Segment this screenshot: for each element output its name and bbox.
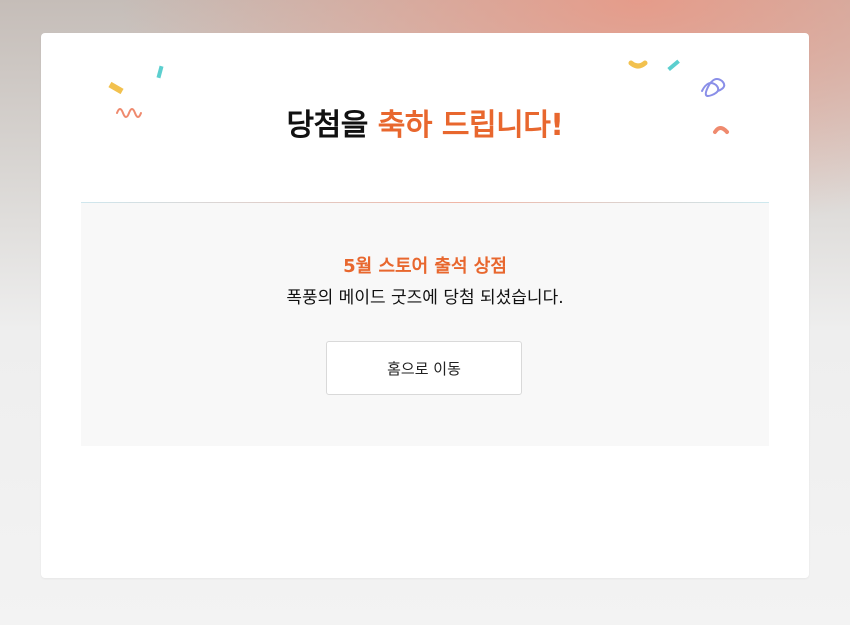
title-part-1: 당첨을 <box>286 108 369 143</box>
confetti-yellow-piece <box>108 81 124 95</box>
prize-info-panel: 5월 스토어 출석 상점 폭풍의 메이드 굿즈에 당첨 되셨습니다. 홈으로 이… <box>81 202 769 446</box>
congratulations-card: 당첨을 축하 드립니다! 5월 스토어 출석 상점 폭풍의 메이드 굿즈에 당첨… <box>41 33 809 578</box>
confetti-yellow-piece <box>628 60 648 69</box>
title-part-2-highlight: 축하 드립니다! <box>377 108 564 143</box>
event-name: 5월 스토어 출석 상점 <box>343 256 507 277</box>
congratulations-title: 당첨을 축하 드립니다! <box>41 106 809 146</box>
confetti-teal-piece <box>156 65 164 79</box>
confetti-purple-spiral <box>701 78 726 97</box>
go-home-button[interactable]: 홈으로 이동 <box>326 341 522 395</box>
confetti-teal-piece <box>667 59 680 72</box>
prize-message: 폭풍의 메이드 굿즈에 당첨 되셨습니다. <box>286 288 564 308</box>
